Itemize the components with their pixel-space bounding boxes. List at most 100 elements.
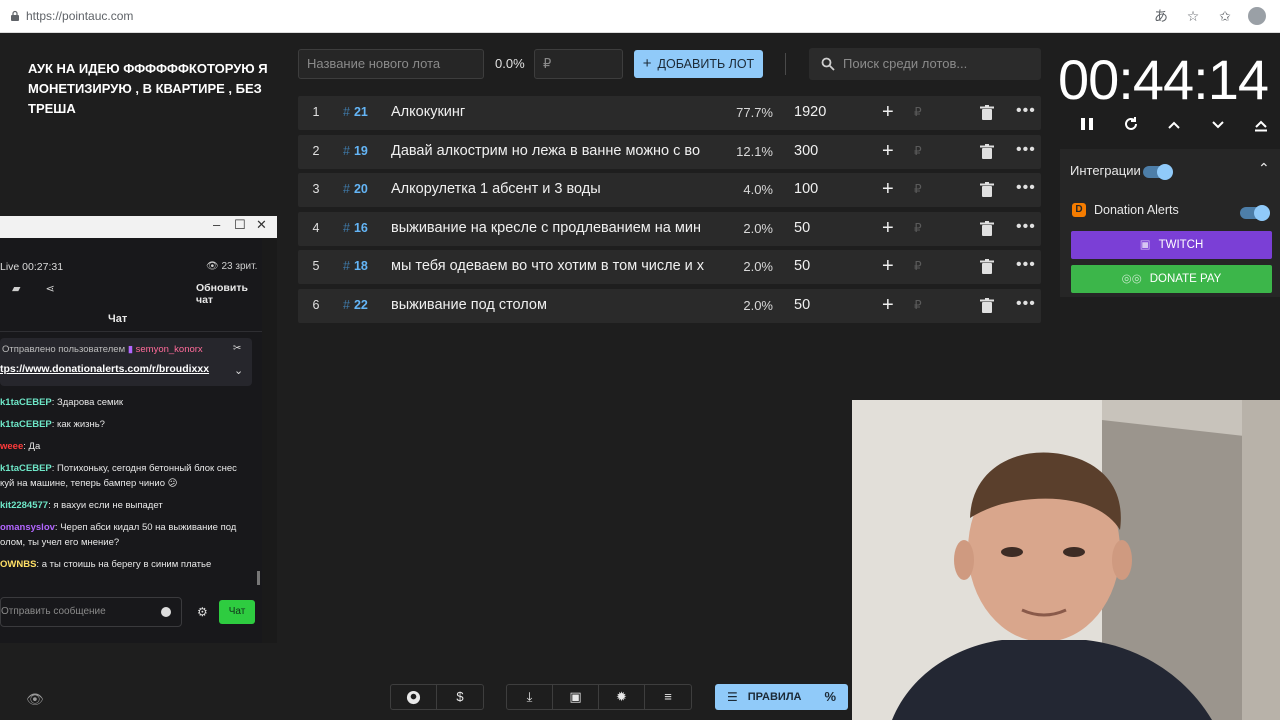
- twitch-button[interactable]: ▣ TWITCH: [1071, 231, 1272, 259]
- lot-amount[interactable]: 300: [794, 143, 818, 159]
- lot-id: #20: [343, 182, 368, 196]
- eye-icon[interactable]: 👁: [26, 691, 44, 708]
- more-icon[interactable]: •••: [1016, 218, 1036, 236]
- add-amount-icon[interactable]: +: [882, 178, 894, 201]
- increase-icon[interactable]: [1163, 115, 1185, 137]
- lot-id: #16: [343, 221, 368, 235]
- unpin-icon[interactable]: ✂: [233, 343, 241, 354]
- add-amount-icon[interactable]: +: [882, 294, 894, 317]
- ruble-icon[interactable]: ₽: [914, 144, 922, 158]
- top-icon[interactable]: [1250, 115, 1272, 137]
- lot-name[interactable]: выживание на кресле с продлеванием на ми…: [391, 220, 718, 236]
- lot-name[interactable]: Давай алкострим но лежа в ванне можно с …: [391, 143, 718, 159]
- chevron-up-icon[interactable]: ⌃: [1258, 160, 1270, 177]
- chat-username[interactable]: weee: [0, 441, 23, 452]
- share-icon[interactable]: ⋖: [46, 283, 55, 295]
- chat-username[interactable]: kit2284577: [0, 500, 48, 511]
- chevron-down-icon[interactable]: ⌄: [234, 364, 243, 377]
- rules-label: ПРАВИЛА: [747, 691, 802, 703]
- chat-username[interactable]: k1taСЕВЕР: [0, 419, 52, 430]
- chat-send-button[interactable]: Чат: [219, 600, 255, 624]
- chat-message: kit2284577: я вахуи если не выпадет: [0, 498, 258, 513]
- lot-name[interactable]: Алкокукинг: [391, 104, 718, 120]
- lot-amount[interactable]: 100: [794, 181, 818, 197]
- dollar-icon[interactable]: $: [437, 685, 483, 709]
- profile-icon[interactable]: [1248, 7, 1266, 25]
- translate-icon[interactable]: あ: [1152, 7, 1170, 25]
- lot-row[interactable]: 3 #20 Алкорулетка 1 абсент и 3 воды 4.0% 100…: [298, 173, 1041, 207]
- add-amount-icon[interactable]: +: [882, 217, 894, 240]
- eye-icon: 👁: [206, 261, 222, 272]
- ruble-icon[interactable]: ₽: [914, 298, 922, 312]
- lot-name[interactable]: Алкорулетка 1 абсент и 3 воды: [391, 181, 718, 197]
- donation-alerts-label: Donation Alerts: [1094, 203, 1179, 217]
- integrations-toggle[interactable]: [1143, 164, 1173, 180]
- more-icon[interactable]: •••: [1016, 295, 1036, 313]
- pinned-user: semyon_konorx: [135, 344, 203, 355]
- lot-name[interactable]: мы тебя одеваем во что хотим в том числе…: [391, 258, 718, 274]
- more-icon[interactable]: •••: [1016, 256, 1036, 274]
- chat-username[interactable]: k1taСЕВЕР: [0, 463, 52, 474]
- maximize-icon[interactable]: ☐: [234, 217, 246, 233]
- donate-pay-button[interactable]: ◎◎ DONATE PAY: [1071, 265, 1272, 293]
- decrease-icon[interactable]: [1207, 115, 1229, 137]
- lot-amount[interactable]: 50: [794, 220, 810, 236]
- bookmarks-icon[interactable]: ✩: [1216, 7, 1234, 25]
- ruble-icon[interactable]: ₽: [914, 105, 922, 119]
- add-amount-icon[interactable]: +: [882, 140, 894, 163]
- ruble-icon[interactable]: ₽: [914, 182, 922, 196]
- close-icon[interactable]: ✕: [256, 217, 267, 233]
- restart-icon[interactable]: [1120, 115, 1142, 137]
- pinned-link[interactable]: tps://www.donationalerts.com/r/broudixxx: [0, 363, 209, 375]
- chat-username[interactable]: omansyslov: [0, 522, 55, 533]
- ruble-icon[interactable]: ₽: [914, 221, 922, 235]
- chat-username[interactable]: k1taСЕВЕР: [0, 397, 52, 408]
- refresh-chat-button[interactable]: Обновить чат: [196, 282, 262, 306]
- trash-icon[interactable]: [980, 220, 994, 237]
- new-lot-input[interactable]: Название нового лота: [298, 49, 484, 79]
- folder-icon[interactable]: ▰: [12, 283, 20, 295]
- add-lot-button[interactable]: + ДОБАВИТЬ ЛОТ: [634, 50, 763, 78]
- trash-icon[interactable]: [980, 105, 994, 121]
- trash-icon[interactable]: [980, 143, 994, 160]
- save-icon[interactable]: ▣: [553, 685, 599, 709]
- address-bar[interactable]: https://pointauc.com: [10, 9, 133, 23]
- donation-alerts-toggle[interactable]: [1240, 205, 1270, 221]
- url-text[interactable]: https://pointauc.com: [26, 9, 133, 23]
- ruble-icon[interactable]: ₽: [914, 259, 922, 273]
- trash-icon[interactable]: [980, 259, 994, 275]
- clear-icon[interactable]: ≡: [645, 685, 691, 709]
- pause-icon[interactable]: [1076, 115, 1098, 137]
- lot-row[interactable]: 2 #19 Давай алкострим но лежа в ванне можн…: [298, 134, 1041, 169]
- lot-amount[interactable]: 50: [794, 297, 810, 313]
- github-icon[interactable]: [391, 685, 437, 709]
- percent-icon[interactable]: %: [824, 689, 836, 704]
- lot-row[interactable]: 6 #22 выживание под столом 2.0% 50 + ₽ •••: [298, 288, 1041, 323]
- star-icon[interactable]: ☆: [1184, 7, 1202, 25]
- gear-icon[interactable]: ⚙: [197, 605, 208, 619]
- lot-search-input[interactable]: Поиск среди лотов...: [809, 48, 1041, 80]
- more-icon[interactable]: •••: [1016, 102, 1036, 120]
- bug-icon[interactable]: ✹: [599, 685, 645, 709]
- tab-chat[interactable]: Чат: [108, 313, 127, 325]
- minimize-icon[interactable]: –: [213, 217, 220, 232]
- add-amount-icon[interactable]: +: [882, 101, 894, 124]
- chat-username[interactable]: OWNBS: [0, 559, 36, 570]
- lot-row[interactable]: 5 #18 мы тебя одеваем во что хотим в том ч…: [298, 250, 1041, 284]
- add-amount-icon[interactable]: +: [882, 255, 894, 278]
- lot-amount[interactable]: 50: [794, 258, 810, 274]
- lot-row[interactable]: 1 #21 Алкокукинг 77.7% 1920 + ₽ •••: [298, 96, 1041, 130]
- lot-name[interactable]: выживание под столом: [391, 297, 718, 313]
- emoji-icon[interactable]: [161, 607, 171, 617]
- download-icon[interactable]: ⤓: [507, 685, 553, 709]
- more-icon[interactable]: •••: [1016, 179, 1036, 197]
- rules-button[interactable]: ☰ ПРАВИЛА %: [715, 684, 848, 710]
- trash-icon[interactable]: [980, 182, 994, 198]
- more-icon[interactable]: •••: [1016, 141, 1036, 159]
- chat-message-input[interactable]: Отправить сообщение: [0, 597, 182, 627]
- lot-row[interactable]: 4 #16 выживание на кресле с продлеванием н…: [298, 211, 1041, 246]
- amount-input[interactable]: ₽: [534, 49, 623, 79]
- chat-scrollbar[interactable]: [257, 571, 260, 585]
- lot-amount[interactable]: 1920: [794, 104, 826, 120]
- trash-icon[interactable]: [980, 297, 994, 314]
